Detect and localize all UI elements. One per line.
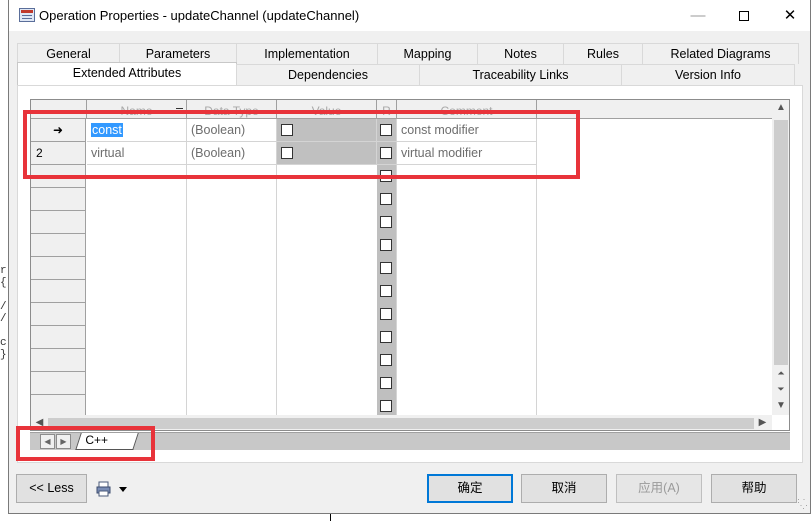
tab-rules[interactable]: Rules [563, 43, 643, 64]
print-options-icon[interactable] [96, 481, 112, 497]
scroll-up-icon[interactable]: ▲ [772, 100, 789, 116]
tab-parameters[interactable]: Parameters [119, 43, 237, 64]
r-checkbox[interactable] [380, 285, 392, 297]
background-line: c [0, 337, 7, 349]
tab-related-diagrams[interactable]: Related Diagrams [642, 43, 799, 64]
tab-row-bottom: Extended Attributes Dependencies Traceab… [17, 62, 795, 85]
resize-grip-icon[interactable]: · · · · · · [797, 495, 810, 513]
r-checkbox[interactable] [380, 216, 392, 228]
r-column-strip [377, 165, 397, 415]
tab-dependencies[interactable]: Dependencies [236, 64, 420, 85]
page-down-icon[interactable]: ⏷ [772, 381, 789, 397]
window-title: Operation Properties - updateChannel (up… [39, 8, 360, 23]
r-checkbox[interactable] [380, 377, 392, 389]
row-header-empty[interactable] [31, 326, 86, 349]
background-line: / [0, 313, 7, 325]
row-header-empty[interactable] [31, 349, 86, 372]
r-checkbox[interactable] [380, 308, 392, 320]
r-checkbox[interactable] [380, 262, 392, 274]
tab-version-info[interactable]: Version Info [621, 64, 795, 85]
close-button[interactable]: ✕ [767, 0, 811, 31]
r-checkbox[interactable] [380, 400, 392, 412]
background-divider [330, 514, 331, 521]
maximize-button[interactable] [721, 0, 767, 31]
scroll-right-icon[interactable]: ▶ [754, 415, 771, 430]
r-checkbox[interactable] [380, 239, 392, 251]
row-header-empty[interactable] [31, 211, 86, 234]
properties-dialog: Operation Properties - updateChannel (up… [8, 0, 811, 514]
highlight-sheet-tab [16, 426, 155, 461]
page-up-icon[interactable]: ⏶ [772, 365, 789, 381]
tab-notes[interactable]: Notes [477, 43, 564, 64]
less-button[interactable]: << Less [16, 474, 87, 503]
column-divider [186, 165, 187, 415]
r-checkbox[interactable] [380, 193, 392, 205]
help-button[interactable]: 帮助 [711, 474, 797, 503]
row-header-empty[interactable] [31, 234, 86, 257]
ok-button[interactable]: 确定 [427, 474, 513, 503]
tab-traceability-links[interactable]: Traceability Links [419, 64, 622, 85]
title-bar[interactable]: Operation Properties - updateChannel (up… [9, 0, 810, 31]
maximize-icon [739, 11, 749, 22]
tab-general[interactable]: General [17, 43, 120, 64]
tab-implementation[interactable]: Implementation [236, 43, 378, 64]
cancel-button[interactable]: 取消 [521, 474, 607, 503]
scroll-down-icon[interactable]: ▼ [772, 398, 789, 414]
apply-button: 应用(A) [616, 474, 702, 503]
row-header-empty[interactable] [31, 372, 86, 395]
sort-icon [176, 108, 183, 109]
background-line: { [0, 277, 7, 289]
tab-mapping[interactable]: Mapping [377, 43, 478, 64]
row-header-empty[interactable] [31, 280, 86, 303]
background-editor: r { / / c } [0, 265, 8, 385]
row-header-empty[interactable] [31, 303, 86, 326]
row-header-empty[interactable] [31, 257, 86, 280]
background-line: } [0, 349, 7, 361]
dropdown-caret-icon[interactable] [119, 487, 127, 492]
minimize-button: — [690, 7, 706, 24]
tab-row-top: General Parameters Implementation Mappin… [17, 43, 799, 64]
vertical-scroll-thumb[interactable] [774, 120, 788, 365]
highlight-rows [23, 110, 580, 179]
background-line: / [0, 301, 7, 313]
vertical-scrollbar[interactable]: ▲ ⏶ ⏷ ▼ [772, 100, 789, 415]
r-checkbox[interactable] [380, 331, 392, 343]
dialog-icon [19, 8, 35, 22]
background-line: r [0, 265, 7, 277]
tab-extended-attributes[interactable]: Extended Attributes [17, 62, 237, 85]
row-header-empty[interactable] [31, 188, 86, 211]
column-divider [276, 165, 277, 415]
r-checkbox[interactable] [380, 354, 392, 366]
